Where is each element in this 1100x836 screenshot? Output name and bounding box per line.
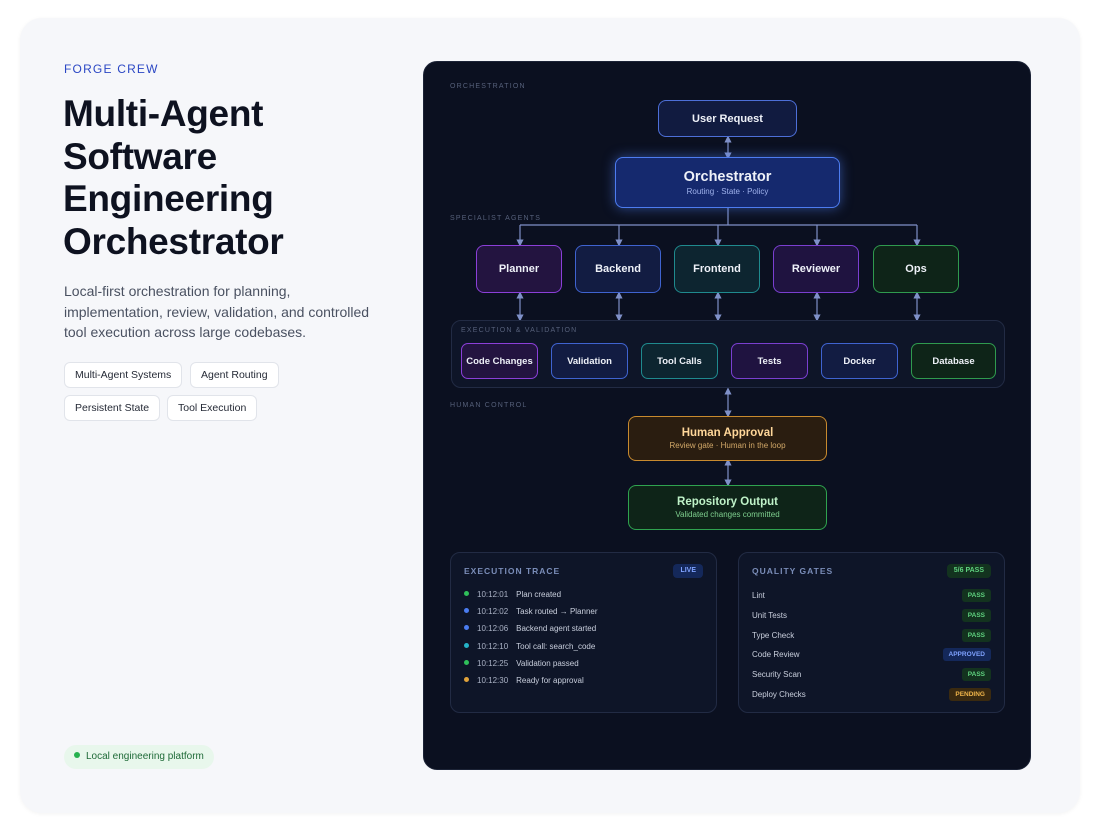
trace-dot-icon xyxy=(464,591,469,596)
trace-time: 10:12:10 xyxy=(477,641,509,651)
trace-dot-icon xyxy=(464,625,469,631)
exec-node-validation[interactable]: Validation xyxy=(551,343,628,379)
execution-validation-group: EXECUTION & VALIDATION Code Changes Vali… xyxy=(451,320,1005,388)
exec-node-database[interactable]: Database xyxy=(911,343,996,379)
trace-dot-icon xyxy=(464,659,469,665)
quality-gates-title: QUALITY GATES xyxy=(752,566,834,576)
trace-dot-icon xyxy=(464,642,469,648)
quality-gate-name: Security Scan xyxy=(752,670,802,680)
exec-node-tool-calls[interactable]: Tool Calls xyxy=(641,343,718,379)
quality-gate-status-badge: PASS xyxy=(961,668,991,682)
user-request-node[interactable]: User Request xyxy=(658,100,797,137)
execution-trace-title: EXECUTION TRACE xyxy=(464,566,561,576)
trace-text: Ready for approval xyxy=(516,676,584,685)
agent-node-reviewer[interactable]: Reviewer xyxy=(773,245,859,293)
repository-output-node[interactable]: Repository Output Validated changes comm… xyxy=(628,485,827,530)
repository-output-title: Repository Output xyxy=(677,496,778,508)
trace-event: 10:12:01 Plan created xyxy=(464,590,561,599)
human-approval-title: Human Approval xyxy=(681,427,774,439)
trace-event: 10:12:02 Task routed → Planner xyxy=(464,607,598,616)
tag-chip[interactable]: Agent Routing xyxy=(190,362,279,388)
agent-node-backend[interactable]: Backend xyxy=(575,245,661,293)
quality-gate-row: Lint PASS xyxy=(752,589,991,603)
trace-text: Backend agent started xyxy=(516,624,597,634)
quality-gate-status-badge: APPROVED xyxy=(942,648,991,662)
quality-gate-row: Type Check PASS xyxy=(752,628,991,643)
quality-gate-row: Deploy Checks PENDING xyxy=(752,688,991,702)
trace-event: 10:12:06 Backend agent started xyxy=(464,624,596,633)
section-label-orchestration: ORCHESTRATION xyxy=(450,83,526,90)
trace-text: Task routed → Planner xyxy=(516,607,598,617)
agent-node-ops[interactable]: Ops xyxy=(873,245,959,293)
orchestrator-title: Orchestrator xyxy=(683,169,772,185)
trace-dot-icon xyxy=(464,677,469,682)
quality-gate-row: Security Scan PASS xyxy=(752,668,991,682)
quality-gate-name: Deploy Checks xyxy=(752,690,806,699)
agent-node-planner[interactable]: Planner xyxy=(476,245,562,293)
trace-time: 10:12:30 xyxy=(477,676,509,685)
quality-summary-badge: 5/6 PASS xyxy=(946,564,991,578)
orchestrator-node[interactable]: Orchestrator Routing · State · Policy xyxy=(615,157,840,208)
architecture-diagram: ORCHESTRATION SPECIALIST AGENTS HUMAN CO… xyxy=(423,61,1031,770)
quality-gate-name: Unit Tests xyxy=(752,610,787,620)
page-description: Local-first orchestration for planning, … xyxy=(64,283,370,340)
section-label-execution: EXECUTION & VALIDATION xyxy=(461,327,578,334)
trace-text: Validation passed xyxy=(516,658,579,668)
human-approval-subtitle: Review gate · Human in the loop xyxy=(669,441,786,450)
section-label-human-control: HUMAN CONTROL xyxy=(450,402,528,409)
quality-gate-status-badge: PENDING xyxy=(949,688,991,701)
brand-eyebrow: FORGE CREW xyxy=(64,62,159,76)
trace-event: 10:12:10 Tool call: search_code xyxy=(464,642,595,651)
orchestrator-subtitle: Routing · State · Policy xyxy=(686,187,769,196)
live-badge: LIVE xyxy=(673,564,703,578)
quality-gate-status-badge: PASS xyxy=(961,628,991,642)
trace-text: Plan created xyxy=(516,590,562,599)
trace-dot-icon xyxy=(464,608,469,614)
exec-node-docker[interactable]: Docker xyxy=(821,343,898,379)
trace-event: 10:12:25 Validation passed xyxy=(464,659,579,668)
tag-chip[interactable]: Multi-Agent Systems xyxy=(64,362,183,388)
section-label-specialists: SPECIALIST AGENTS xyxy=(450,215,542,222)
status-badge: Local engineering platform xyxy=(64,745,214,769)
agent-node-frontend[interactable]: Frontend xyxy=(674,245,760,293)
quality-gate-name: Type Check xyxy=(752,630,795,640)
human-approval-node[interactable]: Human Approval Review gate · Human in th… xyxy=(628,416,827,461)
trace-text: Tool call: search_code xyxy=(516,641,596,651)
status-dot-icon xyxy=(74,752,80,758)
trace-time: 10:12:02 xyxy=(477,607,509,617)
quality-gate-row: Code Review APPROVED xyxy=(752,648,991,662)
quality-gate-status-badge: PASS xyxy=(961,589,991,602)
tag-chip[interactable]: Tool Execution xyxy=(167,395,258,421)
exec-node-code-changes[interactable]: Code Changes xyxy=(461,343,538,379)
quality-gate-status-badge: PASS xyxy=(961,608,991,622)
trace-time: 10:12:06 xyxy=(477,624,509,634)
page-title: Multi-Agent Software Engineering Orchest… xyxy=(63,93,284,262)
exec-node-tests[interactable]: Tests xyxy=(731,343,808,379)
execution-trace-panel: EXECUTION TRACE LIVE 10:12:01 Plan create… xyxy=(450,552,717,713)
trace-time: 10:12:01 xyxy=(477,590,509,599)
quality-gate-name: Lint xyxy=(752,591,765,600)
quality-gate-name: Code Review xyxy=(752,650,800,660)
tag-chip[interactable]: Persistent State xyxy=(64,395,161,421)
trace-time: 10:12:25 xyxy=(477,658,509,668)
repository-output-subtitle: Validated changes committed xyxy=(675,510,780,519)
quality-gate-row: Unit Tests PASS xyxy=(752,608,991,623)
quality-gates-panel: QUALITY GATES 5/6 PASS Lint PASS Unit Test… xyxy=(738,552,1005,713)
trace-event: 10:12:30 Ready for approval xyxy=(464,676,584,685)
